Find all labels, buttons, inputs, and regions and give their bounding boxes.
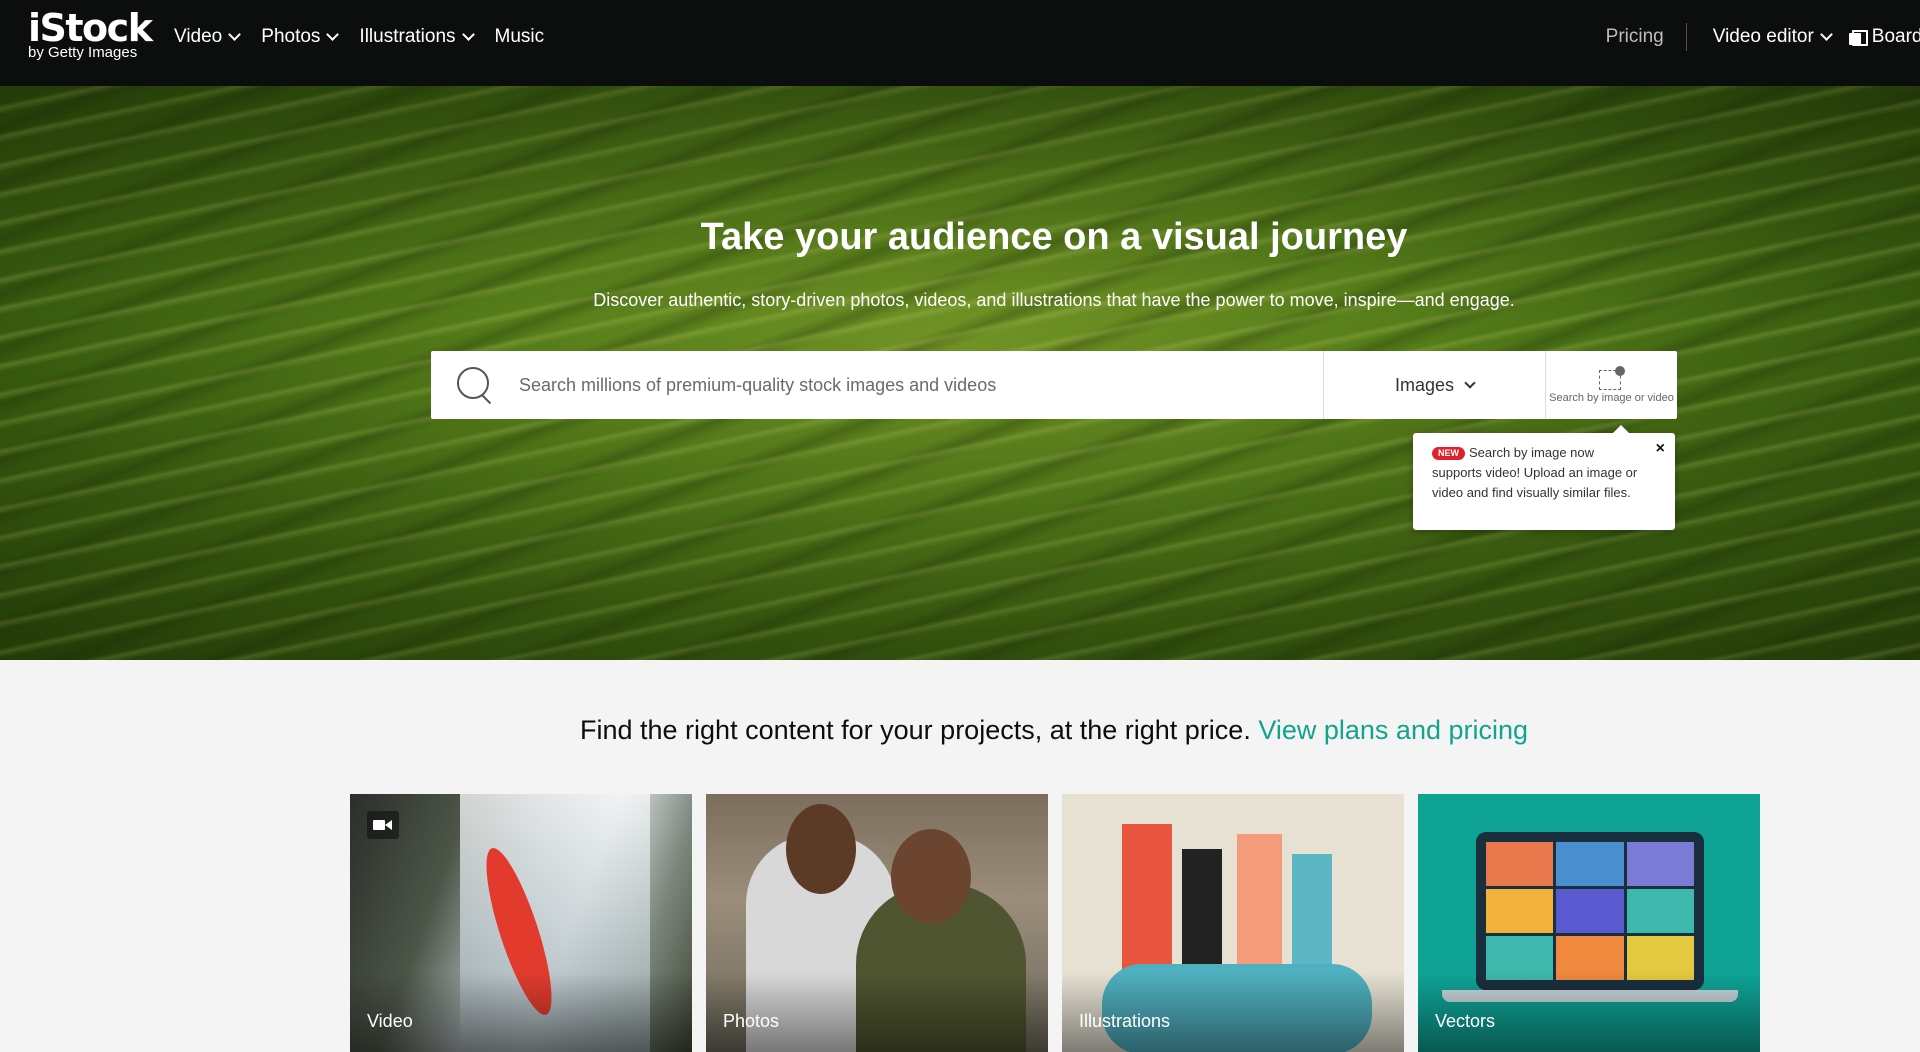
hero-title: Take your audience on a visual journey xyxy=(700,216,1408,258)
chevron-down-icon xyxy=(1464,376,1476,389)
chevron-down-icon xyxy=(228,28,242,41)
card-vectors-laptop-base xyxy=(1442,990,1738,1002)
primary-nav: Video Photos Illustrations Music xyxy=(174,0,566,74)
nav-music[interactable]: Music xyxy=(495,26,545,48)
card-photos[interactable]: Photos xyxy=(706,794,1048,1052)
search-by-image-tooltip: NEW Search by image now supports video! U… xyxy=(1413,425,1675,530)
search-by-image-label: Search by image or video xyxy=(1549,392,1674,404)
grid-tile xyxy=(1486,889,1554,933)
hero-banner: Take your audience on a visual journey D… xyxy=(0,86,1920,660)
card-vectors-video-grid xyxy=(1486,842,1694,980)
nav-video[interactable]: Video xyxy=(174,26,242,48)
grid-tile xyxy=(1556,936,1624,980)
pricing-tagline: Find the right content for your projects… xyxy=(0,715,1920,746)
grid-tile xyxy=(1556,842,1624,886)
grid-tile xyxy=(1556,889,1624,933)
card-video-image xyxy=(460,794,650,1052)
tagline-text: Find the right content for your projects… xyxy=(579,715,1251,745)
nav-photos[interactable]: Photos xyxy=(261,26,340,48)
grid-tile xyxy=(1486,936,1554,980)
chevron-down-icon xyxy=(461,28,475,41)
chevron-down-icon xyxy=(326,28,340,41)
card-vectors[interactable]: Vectors xyxy=(1418,794,1760,1052)
image-upload-icon xyxy=(1598,366,1625,390)
grid-tile xyxy=(1486,842,1554,886)
new-badge: NEW xyxy=(1432,447,1465,460)
hero-subtitle: Discover authentic, story-driven photos,… xyxy=(593,290,1515,310)
card-illustrations[interactable]: Illustrations xyxy=(1062,794,1404,1052)
nav-illustrations[interactable]: Illustrations xyxy=(359,26,475,48)
nav-video-editor[interactable]: Video editor xyxy=(1712,26,1833,48)
nav-video-label: Video xyxy=(174,26,223,47)
card-photos-face-1 xyxy=(786,804,856,894)
media-type-selected: Images xyxy=(1394,374,1455,395)
nav-music-label: Music xyxy=(494,26,545,47)
search-bar: Images Search by image or video xyxy=(431,351,1677,419)
istock-logo[interactable]: iStock by Getty Images xyxy=(28,6,153,61)
search-by-image-button[interactable]: Search by image or video xyxy=(1545,351,1677,419)
media-type-select[interactable]: Images xyxy=(1323,351,1545,419)
card-photos-face-2 xyxy=(891,829,971,924)
top-nav-bar: iStock by Getty Images Video Photos Illu… xyxy=(0,0,1920,86)
grid-tile xyxy=(1626,842,1694,886)
secondary-nav: Pricing Video editor Boards xyxy=(1606,0,1920,74)
card-illus-wave xyxy=(1102,964,1372,1052)
nav-photos-label: Photos xyxy=(261,26,321,47)
logo-wordmark: iStock xyxy=(28,6,153,50)
card-illustrations-label: Illustrations xyxy=(1079,1011,1171,1031)
nav-boards-label: Boards xyxy=(1871,26,1920,47)
search-input[interactable] xyxy=(519,351,1323,419)
nav-video-editor-label: Video editor xyxy=(1712,26,1814,47)
chevron-down-icon xyxy=(1819,28,1833,41)
video-camera-icon xyxy=(367,811,399,839)
logo-subtitle: by Getty Images xyxy=(28,44,138,61)
grid-tile xyxy=(1626,889,1694,933)
card-illus-building xyxy=(1122,824,1172,984)
nav-illustrations-label: Illustrations xyxy=(359,26,456,47)
card-vectors-label: Vectors xyxy=(1435,1011,1496,1031)
card-video[interactable]: Video xyxy=(350,794,692,1052)
close-icon[interactable]: × xyxy=(1656,439,1665,459)
search-icon[interactable] xyxy=(431,351,519,419)
card-video-label: Video xyxy=(367,1011,413,1031)
nav-divider xyxy=(1685,23,1687,51)
nav-pricing-link[interactable]: Pricing xyxy=(1606,26,1664,48)
boards-icon xyxy=(1848,29,1868,46)
grid-tile xyxy=(1626,936,1694,980)
view-plans-link[interactable]: View plans and pricing xyxy=(1258,715,1528,745)
card-illus-building xyxy=(1237,834,1282,984)
card-photos-label: Photos xyxy=(723,1011,780,1031)
nav-boards[interactable]: Boards xyxy=(1848,26,1920,48)
content-type-cards: Video Photos Illustrations Vectors xyxy=(350,794,1760,1052)
